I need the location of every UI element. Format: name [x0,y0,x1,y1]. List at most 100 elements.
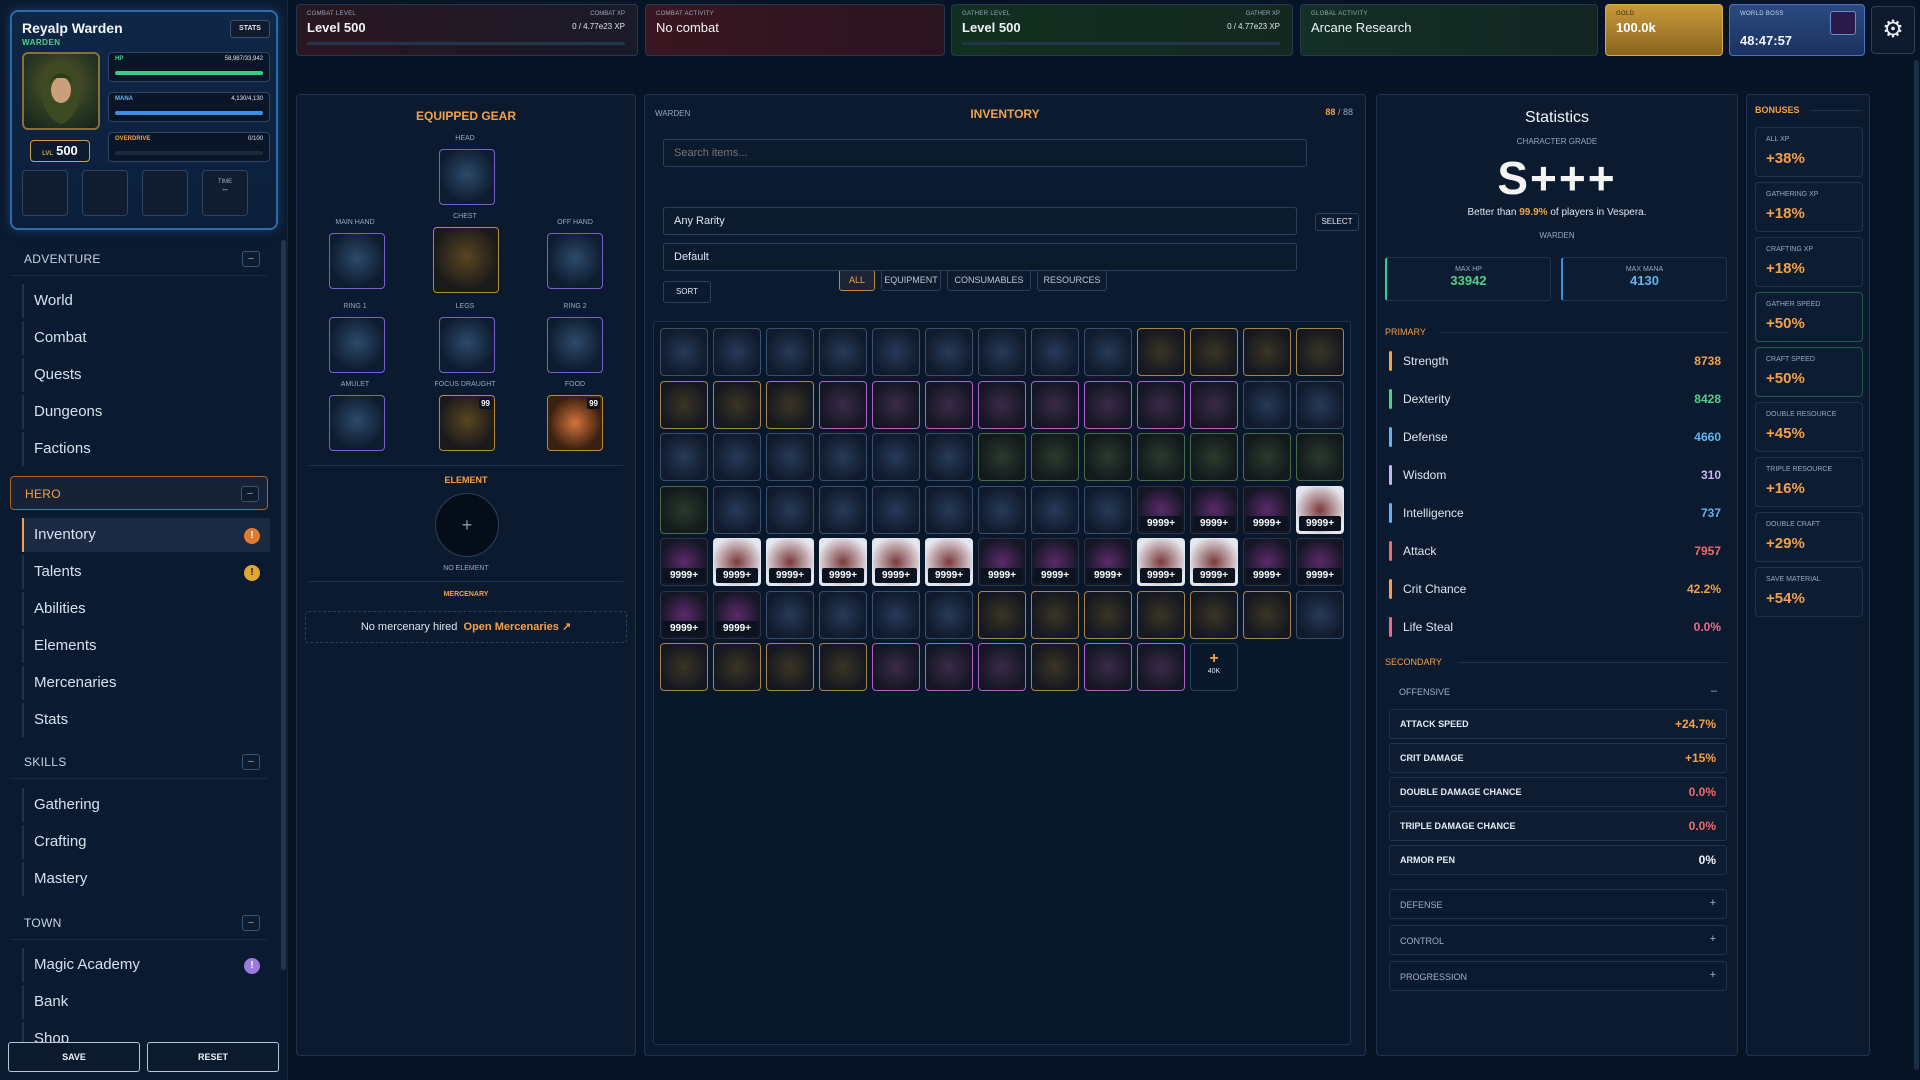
inventory-item[interactable] [766,380,814,429]
nav-elements[interactable]: Elements [22,629,270,663]
gear-icon[interactable]: ⚙ [1871,6,1915,54]
inventory-item[interactable]: 9999+ [1296,485,1344,534]
inventory-item[interactable] [978,380,1026,429]
inventory-item[interactable] [1084,433,1132,481]
nav-factions[interactable]: Factions [22,432,270,466]
inventory-item[interactable] [925,485,973,534]
inventory-item[interactable] [1243,380,1291,429]
inventory-item[interactable]: 9999+ [713,590,761,639]
inventory-item[interactable]: 9999+ [1190,485,1238,534]
inventory-item[interactable] [819,590,867,639]
inventory-item[interactable]: 9999+ [1031,538,1079,586]
inventory-item[interactable] [766,433,814,481]
stats-button[interactable]: STATS [230,20,270,38]
inventory-item[interactable] [766,328,814,376]
inventory-item[interactable] [978,328,1026,376]
inventory-item[interactable] [872,643,920,691]
offensive-header[interactable]: OFFENSIVE – [1389,679,1727,709]
rarity-select[interactable]: Any Rarity [663,207,1297,235]
inventory-item[interactable] [1243,328,1291,376]
legs-slot[interactable] [439,317,495,373]
inventory-item[interactable] [766,485,814,534]
inventory-item[interactable] [660,380,708,429]
inventory-item[interactable] [1031,485,1079,534]
inventory-item[interactable] [1031,590,1079,639]
food-slot[interactable]: 99 [547,395,603,451]
nav-talents[interactable]: Talents! [22,555,270,589]
combat-level-panel[interactable]: COMBAT LEVEL Level 500 COMBAT XP 0 / 4.7… [296,4,638,56]
nav-magic-academy[interactable]: Magic Academy! [22,948,270,982]
inventory-item[interactable] [819,328,867,376]
inventory-item[interactable] [925,643,973,691]
open-mercenaries-link[interactable]: Open Mercenaries ↗ [464,621,572,633]
search-input[interactable] [663,139,1307,167]
inventory-item[interactable] [925,590,973,639]
inventory-item[interactable] [766,590,814,639]
inventory-item[interactable] [1243,433,1291,481]
inventory-item[interactable] [925,328,973,376]
ring2-slot[interactable] [547,317,603,373]
inventory-item[interactable] [819,380,867,429]
ability-slot-2[interactable] [82,170,128,216]
reset-button[interactable]: RESET [147,1042,279,1072]
inventory-item[interactable] [1137,433,1185,481]
inventory-item[interactable] [1031,328,1079,376]
section-town[interactable]: TOWN – [10,906,268,940]
inventory-item[interactable] [1137,590,1185,639]
tab-consumables[interactable]: CONSUMABLES [947,269,1031,291]
inventory-item[interactable]: 9999+ [766,538,814,586]
collapse-toggle[interactable]: – [242,251,260,267]
nav-bank[interactable]: Bank [22,985,270,1019]
inventory-item[interactable] [766,643,814,691]
inventory-item[interactable]: 9999+ [660,590,708,639]
inventory-item[interactable] [978,485,1026,534]
inventory-item[interactable] [819,643,867,691]
inventory-item[interactable] [1190,590,1238,639]
inventory-item[interactable] [872,380,920,429]
collapse-toggle[interactable]: – [241,486,259,502]
inventory-item[interactable] [819,433,867,481]
time-slot[interactable]: TIME -- [202,170,248,216]
tab-all[interactable]: ALL [839,269,875,291]
inventory-item[interactable] [925,433,973,481]
inventory-item[interactable] [1296,590,1344,639]
off-hand-slot[interactable] [547,233,603,289]
nav-mercenaries[interactable]: Mercenaries [22,666,270,700]
inventory-item[interactable]: 9999+ [925,538,973,586]
element-slot[interactable]: + [435,493,499,557]
ring1-slot[interactable] [329,317,385,373]
inventory-item[interactable] [925,380,973,429]
expand-inventory-button[interactable]: +40K [1190,643,1238,691]
inventory-item[interactable]: 9999+ [872,538,920,586]
nav-inventory[interactable]: Inventory! [22,518,270,552]
head-slot[interactable] [439,149,495,205]
section-defense[interactable]: DEFENSE + [1389,889,1727,919]
amulet-slot[interactable] [329,395,385,451]
inventory-item[interactable] [1190,328,1238,376]
inventory-item[interactable] [1084,590,1132,639]
inventory-item[interactable]: 9999+ [1137,538,1185,586]
inventory-item[interactable] [713,485,761,534]
inventory-item[interactable]: 9999+ [1084,538,1132,586]
inventory-item[interactable] [1031,643,1079,691]
focus-draught-slot[interactable]: 99 [439,395,495,451]
section-progression[interactable]: PROGRESSION + [1389,961,1727,991]
inventory-item[interactable] [1243,590,1291,639]
save-button[interactable]: SAVE [8,1042,140,1072]
inventory-item[interactable] [1190,380,1238,429]
inventory-item[interactable]: 9999+ [1190,538,1238,586]
inventory-item[interactable] [1084,643,1132,691]
section-skills[interactable]: SKILLS – [10,745,268,779]
nav-dungeons[interactable]: Dungeons [22,395,270,429]
inventory-item[interactable]: 9999+ [1243,485,1291,534]
inventory-item[interactable] [713,380,761,429]
nav-crafting[interactable]: Crafting [22,825,270,859]
inventory-item[interactable] [660,328,708,376]
inventory-item[interactable] [1084,485,1132,534]
collapse-toggle[interactable]: – [242,754,260,770]
inventory-item[interactable] [1296,328,1344,376]
sort-button[interactable]: SORT [663,281,711,303]
nav-abilities[interactable]: Abilities [22,592,270,626]
inventory-item[interactable] [1137,643,1185,691]
inventory-item[interactable] [713,328,761,376]
